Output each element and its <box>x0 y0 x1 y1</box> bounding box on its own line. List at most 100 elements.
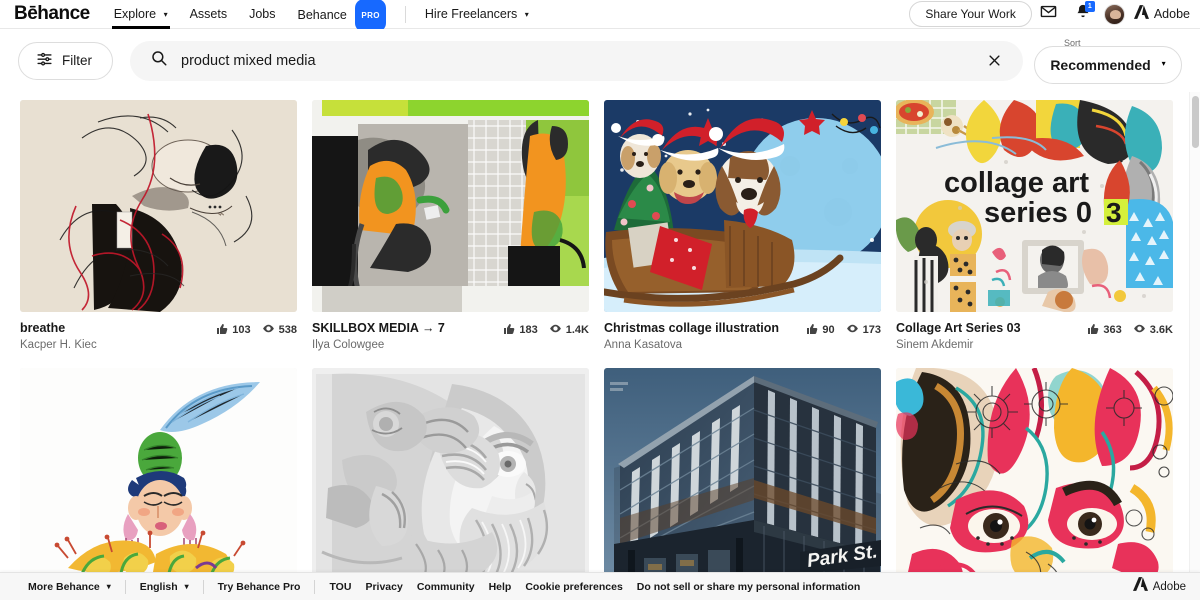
project-meta-text: breathe Kacper H. Kiec <box>20 321 208 352</box>
search-icon <box>150 49 168 72</box>
project-title[interactable]: breathe <box>20 321 208 336</box>
project-owner[interactable]: Ilya Colowgee <box>312 338 495 352</box>
project-meta: breathe Kacper H. Kiec 103 538 <box>20 321 297 352</box>
eye-icon <box>549 322 562 338</box>
green-collage-artwork <box>312 100 589 312</box>
footer-language-selector[interactable]: English ▾ <box>126 581 203 593</box>
nav-item-behance-label: Behance <box>297 7 347 22</box>
views-count: 3.6K <box>1149 324 1173 336</box>
sort-control: Sort Recommended ▾ <box>1034 38 1182 84</box>
project-title[interactable]: SKILLBOX MEDIA → 7 <box>312 321 495 336</box>
filter-button-label: Filter <box>62 53 92 68</box>
project-meta-text: Christmas collage illustration Anna Kasa… <box>604 321 798 352</box>
views-stat: 173 <box>846 322 881 338</box>
project-meta: Christmas collage illustration Anna Kasa… <box>604 321 881 352</box>
footer-divider <box>314 579 316 594</box>
project-thumbnail[interactable]: collage art series 0 3 <box>896 100 1173 312</box>
nav-item-jobs[interactable]: Jobs <box>238 0 286 29</box>
project-thumbnail[interactable] <box>604 100 881 312</box>
project-card[interactable] <box>20 368 297 572</box>
project-meta-text: Collage Art Series 03 Sinem Akdemir <box>896 321 1079 352</box>
likes-stat: 90 <box>806 323 835 338</box>
project-title[interactable]: Christmas collage illustration <box>604 321 798 336</box>
footer-adobe-logo[interactable]: Adobe <box>1132 577 1186 596</box>
project-meta: Collage Art Series 03 Sinem Akdemir 363 <box>896 321 1173 352</box>
project-title[interactable]: Collage Art Series 03 <box>896 321 1079 336</box>
eye-icon <box>1133 322 1146 338</box>
footer-link-tou[interactable]: TOU <box>329 581 351 593</box>
views-count: 1.4K <box>565 324 589 336</box>
project-thumbnail[interactable]: Park St. <box>604 368 881 572</box>
footer-link-do-not-sell[interactable]: Do not sell or share my personal informa… <box>637 581 860 593</box>
project-meta: SKILLBOX MEDIA → 7 Ilya Colowgee 183 1.4… <box>312 321 589 352</box>
scrollbar-thumb[interactable] <box>1192 96 1199 148</box>
share-your-work-button[interactable]: Share Your Work <box>909 1 1032 27</box>
project-card[interactable]: SKILLBOX MEDIA → 7 Ilya Colowgee 183 1.4… <box>312 100 589 352</box>
views-count: 538 <box>278 324 297 336</box>
adobe-menu-button[interactable]: Adobe <box>1132 4 1190 24</box>
footer-link-privacy[interactable]: Privacy <box>365 581 402 593</box>
project-card[interactable]: Christmas collage illustration Anna Kasa… <box>604 100 881 352</box>
avatar[interactable] <box>1103 3 1125 25</box>
search-results-area: ⌁ breathe Kacper H. Kiec 103 538 SKILLBO… <box>0 92 1200 572</box>
nav-divider <box>404 5 406 23</box>
behance-logo[interactable]: Bēhance <box>0 3 103 25</box>
project-thumbnail[interactable] <box>312 368 589 572</box>
adobe-label: Adobe <box>1153 7 1190 21</box>
footer-link-cookie-preferences[interactable]: Cookie preferences <box>525 581 622 593</box>
vertical-scrollbar[interactable] <box>1189 92 1200 572</box>
project-thumbnail[interactable]: ⌁ <box>20 100 297 312</box>
project-card[interactable]: ⌁ breathe Kacper H. Kiec 103 538 <box>20 100 297 352</box>
clear-search-icon[interactable] <box>981 48 1007 74</box>
filter-button[interactable]: Filter <box>18 41 113 80</box>
footer-more-behance[interactable]: More Behance ▾ <box>14 581 125 593</box>
sort-caption: Sort <box>1064 37 1081 48</box>
nav-item-behance-pro[interactable]: Behance PRO <box>287 0 397 32</box>
footer-link-help[interactable]: Help <box>489 581 512 593</box>
views-stat: 1.4K <box>549 322 589 338</box>
chevron-down-icon: ▾ <box>1161 59 1166 68</box>
likes-stat: 363 <box>1087 323 1122 338</box>
christmas-dogs-artwork <box>604 100 881 312</box>
project-grid: ⌁ breathe Kacper H. Kiec 103 538 SKILLBO… <box>0 92 1200 572</box>
crayon-figure-artwork <box>20 368 297 572</box>
project-thumbnail[interactable] <box>312 100 589 312</box>
views-stat: 538 <box>262 322 297 338</box>
project-card[interactable] <box>896 368 1173 572</box>
adobe-logo-icon <box>1132 577 1148 596</box>
nav-item-hire-freelancers[interactable]: Hire Freelancers ▾ <box>414 0 540 29</box>
footer-link-community[interactable]: Community <box>417 581 475 593</box>
nav-right-group: Share Your Work 1 Adobe <box>909 0 1200 29</box>
likes-count: 363 <box>1103 324 1122 336</box>
project-stats: 103 538 <box>216 321 297 338</box>
project-owner[interactable]: Anna Kasatova <box>604 338 798 352</box>
nav-item-assets[interactable]: Assets <box>179 0 239 29</box>
search-box[interactable] <box>130 40 1023 81</box>
project-owner[interactable]: Kacper H. Kiec <box>20 338 208 352</box>
footer-links: TOU Privacy Community Help Cookie prefer… <box>329 581 860 593</box>
nav-item-explore-label: Explore <box>113 6 157 21</box>
footer-bar: More Behance ▾ English ▾ Try Behance Pro… <box>0 572 1200 600</box>
notifications-button[interactable]: 1 <box>1066 0 1100 29</box>
nav-item-explore[interactable]: Explore ▾ <box>103 0 179 29</box>
project-card[interactable]: collage art series 0 3 Collage Art Serie… <box>896 100 1173 352</box>
sort-dropdown[interactable]: Recommended ▾ <box>1034 45 1182 84</box>
project-stats: 363 3.6K <box>1087 321 1173 338</box>
park-st-building-artwork: Park St. <box>604 368 881 572</box>
project-stats: 183 1.4K <box>503 321 589 338</box>
project-card[interactable]: Park St. <box>604 368 881 572</box>
likes-stat: 183 <box>503 323 538 338</box>
footer-try-behance-pro[interactable]: Try Behance Pro <box>204 581 315 593</box>
search-input[interactable] <box>181 52 981 69</box>
messages-button[interactable] <box>1032 0 1066 29</box>
project-stats: 90 173 <box>806 321 881 338</box>
project-card[interactable] <box>312 368 589 572</box>
adobe-logo-icon <box>1133 4 1149 24</box>
likes-stat: 103 <box>216 323 251 338</box>
project-thumbnail[interactable] <box>896 368 1173 572</box>
project-thumbnail[interactable] <box>20 368 297 572</box>
top-navigation-bar: Bēhance Explore ▾ Assets Jobs Behance PR… <box>0 0 1200 32</box>
project-owner[interactable]: Sinem Akdemir <box>896 338 1079 352</box>
chevron-down-icon: ▾ <box>524 9 529 19</box>
eye-icon <box>846 322 859 338</box>
